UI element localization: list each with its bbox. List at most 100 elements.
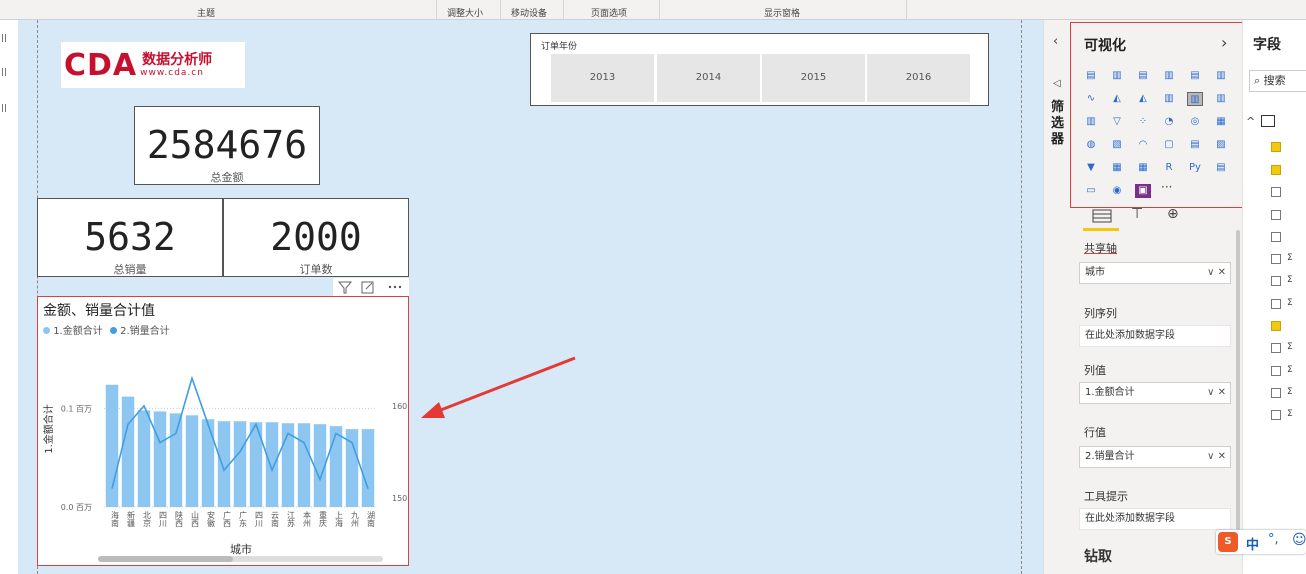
area-chart-icon[interactable]: ◭ bbox=[1109, 92, 1125, 106]
punctuation-icon[interactable]: °, bbox=[1268, 532, 1279, 547]
ribbon-group-mobile[interactable]: 移动设备 bbox=[511, 6, 547, 19]
python-visual-icon[interactable]: Py bbox=[1187, 161, 1203, 175]
kpi-card-total-sales[interactable]: 5632 总销量 bbox=[37, 198, 223, 277]
bar[interactable] bbox=[153, 411, 167, 507]
pie-chart-icon[interactable]: ◔ bbox=[1161, 115, 1177, 129]
line-clustered-column-icon[interactable]: ▥ bbox=[1187, 92, 1203, 106]
viz-pane-scrollbar[interactable] bbox=[1236, 230, 1240, 530]
kpi-card-total-amount[interactable]: 2584676 总金额 bbox=[134, 106, 320, 185]
arcgis-icon[interactable]: ◉ bbox=[1109, 184, 1125, 198]
field-well-controls-icon[interactable]: ∨ ✕ bbox=[1207, 263, 1226, 283]
table-expand-chevron-icon[interactable]: ^ bbox=[1246, 115, 1255, 128]
filter-pane-collapsed[interactable]: ‹ ◁ 筛选器 bbox=[1043, 20, 1071, 574]
100-bar-icon[interactable]: ▤ bbox=[1187, 69, 1203, 83]
chart-scrollbar-thumb[interactable] bbox=[98, 556, 233, 562]
clustered-bar-icon[interactable]: ▤ bbox=[1135, 69, 1151, 83]
field-well-controls-icon[interactable]: ∨ ✕ bbox=[1207, 447, 1226, 467]
slicer-year-2015[interactable]: 2015 bbox=[762, 54, 865, 102]
combo-chart[interactable]: 金额、销量合计值 1.金额合计 2.销量合计 0.0 百万 0.1 百万 150 16… bbox=[37, 296, 409, 566]
field-checkbox[interactable] bbox=[1271, 165, 1281, 175]
card-icon[interactable]: ▢ bbox=[1161, 138, 1177, 152]
expand-right-icon[interactable]: › bbox=[1221, 33, 1227, 52]
chart-scrollbar[interactable] bbox=[98, 556, 383, 562]
multi-row-card-icon[interactable]: ▤ bbox=[1187, 138, 1203, 152]
column-series-well[interactable]: 在此处添加数据字段 bbox=[1079, 325, 1231, 347]
map-icon[interactable]: ◍ bbox=[1083, 138, 1099, 152]
r-visual-icon[interactable]: R bbox=[1161, 161, 1177, 175]
ribbon-chart-icon[interactable]: ▥ bbox=[1213, 92, 1229, 106]
more-visuals-icon[interactable]: ··· bbox=[1161, 180, 1172, 194]
slicer-icon[interactable]: ▼ bbox=[1083, 161, 1099, 175]
ribbon-group-page-options[interactable]: 页面选项 bbox=[591, 6, 627, 19]
field-well-controls-icon[interactable]: ∨ ✕ bbox=[1207, 383, 1226, 403]
funnel-chart-icon[interactable]: ▽ bbox=[1109, 115, 1125, 129]
line-chart-icon[interactable]: ∿ bbox=[1083, 92, 1099, 106]
slicer-year-2016[interactable]: 2016 bbox=[867, 54, 970, 102]
slicer-year-2014[interactable]: 2014 bbox=[657, 54, 760, 102]
kpi-card-order-count[interactable]: 2000 订单数 bbox=[223, 198, 409, 277]
bar[interactable] bbox=[233, 421, 247, 507]
qa-icon[interactable]: ▭ bbox=[1083, 184, 1099, 198]
stacked-column-icon[interactable]: ▥ bbox=[1109, 69, 1125, 83]
emoji-icon[interactable]: ☺ bbox=[1292, 532, 1306, 548]
field-checkbox[interactable] bbox=[1271, 410, 1281, 420]
field-checkbox[interactable] bbox=[1271, 210, 1281, 220]
ribbon-group-show-panes[interactable]: 显示窗格 bbox=[764, 6, 800, 19]
field-checkbox[interactable] bbox=[1271, 366, 1281, 376]
field-checkbox[interactable] bbox=[1271, 254, 1281, 264]
bar[interactable] bbox=[201, 419, 215, 507]
field-checkbox[interactable] bbox=[1271, 343, 1281, 353]
line-column-icon[interactable]: ▥ bbox=[1161, 92, 1177, 106]
data-view-icon[interactable] bbox=[2, 68, 6, 76]
custom-visual-icon[interactable]: ▣ bbox=[1135, 184, 1151, 198]
bar[interactable] bbox=[185, 415, 199, 507]
shared-axis-well[interactable]: 城市 ∨ ✕ bbox=[1079, 262, 1231, 284]
field-checkbox[interactable] bbox=[1271, 388, 1281, 398]
key-influencers-icon[interactable]: ▤ bbox=[1213, 161, 1229, 175]
report-view-icon[interactable] bbox=[2, 34, 6, 42]
treemap-icon[interactable]: ▦ bbox=[1213, 115, 1229, 129]
year-slicer[interactable]: 订单年份 2013 2014 2015 2016 bbox=[530, 33, 989, 106]
field-checkbox[interactable] bbox=[1271, 299, 1281, 309]
fields-tab-icon[interactable] bbox=[1092, 208, 1112, 224]
tooltips-well[interactable]: 在此处添加数据字段 bbox=[1079, 508, 1231, 530]
bar[interactable] bbox=[297, 423, 311, 507]
focus-mode-icon[interactable] bbox=[361, 281, 374, 294]
bar[interactable] bbox=[169, 413, 183, 507]
field-checkbox[interactable] bbox=[1271, 321, 1281, 331]
clustered-column-icon[interactable]: ▥ bbox=[1161, 69, 1177, 83]
collapse-left-icon[interactable]: ‹ bbox=[1053, 34, 1058, 49]
bar[interactable] bbox=[137, 410, 151, 507]
scatter-chart-icon[interactable]: ⁘ bbox=[1135, 115, 1151, 129]
field-checkbox[interactable] bbox=[1271, 232, 1281, 242]
donut-chart-icon[interactable]: ◎ bbox=[1187, 115, 1203, 129]
filter-icon[interactable] bbox=[337, 281, 353, 294]
column-values-well[interactable]: 1.金额合计 ∨ ✕ bbox=[1079, 382, 1231, 404]
stacked-area-icon[interactable]: ◭ bbox=[1135, 92, 1151, 106]
model-view-icon[interactable] bbox=[2, 104, 6, 112]
bar[interactable] bbox=[361, 429, 375, 507]
field-checkbox[interactable] bbox=[1271, 187, 1281, 197]
waterfall-chart-icon[interactable]: ▥ bbox=[1083, 115, 1099, 129]
line-values-well[interactable]: 2.销量合计 ∨ ✕ bbox=[1079, 446, 1231, 468]
kpi-icon[interactable]: ▨ bbox=[1213, 138, 1229, 152]
matrix-icon[interactable]: ▦ bbox=[1135, 161, 1151, 175]
analytics-magnifier-icon[interactable]: ⊕ bbox=[1167, 206, 1179, 222]
format-paint-roller-icon[interactable]: ⊤ bbox=[1131, 206, 1143, 222]
ribbon-group-resize[interactable]: 调整大小 bbox=[447, 6, 483, 19]
bar[interactable] bbox=[105, 384, 119, 507]
bar[interactable] bbox=[329, 426, 343, 507]
more-options-icon[interactable] bbox=[388, 285, 402, 289]
100-column-icon[interactable]: ▥ bbox=[1213, 69, 1229, 83]
field-checkbox[interactable] bbox=[1271, 142, 1281, 152]
ime-toolbar[interactable]: S 中 °, ☺ bbox=[1216, 530, 1306, 554]
bar[interactable] bbox=[265, 422, 279, 507]
slicer-year-2013[interactable]: 2013 bbox=[551, 54, 654, 102]
field-checkbox[interactable] bbox=[1271, 276, 1281, 286]
ribbon-group-theme[interactable]: 主题 bbox=[197, 6, 215, 19]
filled-map-icon[interactable]: ▧ bbox=[1109, 138, 1125, 152]
stacked-bar-icon[interactable]: ▤ bbox=[1083, 69, 1099, 83]
ime-mode[interactable]: 中 bbox=[1246, 534, 1259, 553]
gauge-icon[interactable]: ◠ bbox=[1135, 138, 1151, 152]
fields-search-input[interactable]: ⌕ 搜索 bbox=[1249, 70, 1306, 92]
